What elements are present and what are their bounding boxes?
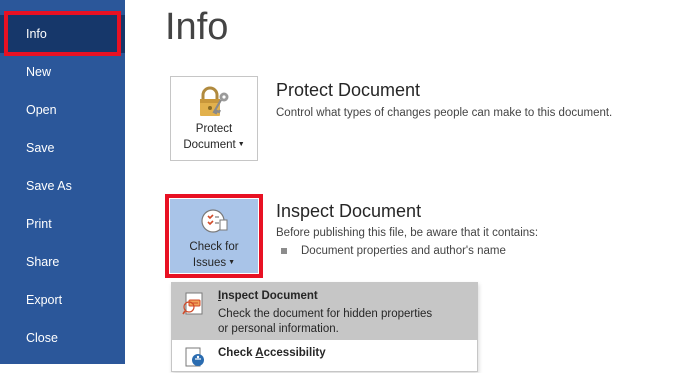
nav-open-label: Open bbox=[26, 103, 57, 117]
menu-item-check-accessibility[interactable]: Check Accessibility bbox=[172, 340, 477, 373]
inspect-title-rest: nspect Document bbox=[221, 290, 318, 302]
nav-save-as-label: Save As bbox=[26, 179, 72, 193]
accessibility-title-prefix: Check bbox=[218, 347, 256, 359]
menu-item-inspect-desc-line2: or personal information. bbox=[218, 323, 339, 335]
check-for-issues-menu: Inspect Document Check the document for … bbox=[171, 282, 478, 372]
lock-key-icon bbox=[200, 86, 229, 116]
protect-document-title: Protect Document bbox=[276, 80, 421, 100]
check-button-label-text: Issues bbox=[192, 257, 227, 269]
menu-item-inspect-desc-line1: Check the document for hidden properties bbox=[218, 308, 433, 320]
nav-save-as[interactable]: Save As bbox=[0, 167, 125, 205]
accessibility-icon bbox=[185, 347, 204, 367]
nav-info[interactable]: Info bbox=[0, 15, 125, 53]
nav-info-label: Info bbox=[26, 27, 47, 41]
nav-share-label: Share bbox=[26, 255, 60, 269]
nav-print[interactable]: Print bbox=[0, 205, 125, 243]
check-for-issues-button[interactable]: Check for Issues ▼ bbox=[170, 199, 258, 273]
backstage-sidebar: Info New Open Save Save As Print Share E… bbox=[0, 0, 125, 364]
inspect-document-description: Before publishing this file, be aware th… bbox=[276, 227, 539, 239]
nav-close[interactable]: Close bbox=[0, 319, 125, 357]
menu-item-inspect-document[interactable]: Inspect Document Check the document for … bbox=[172, 283, 477, 340]
protect-button-label-line2: Document ▼ bbox=[171, 137, 257, 153]
nav-save-label: Save bbox=[26, 141, 55, 155]
nav-open[interactable]: Open bbox=[0, 91, 125, 129]
nav-save[interactable]: Save bbox=[0, 129, 125, 167]
inspect-document-title: Inspect Document bbox=[276, 201, 422, 221]
nav-print-label: Print bbox=[26, 217, 52, 231]
checklist-icon bbox=[201, 209, 228, 233]
dropdown-caret-icon: ▼ bbox=[237, 141, 245, 148]
bullet-icon bbox=[281, 248, 287, 254]
menu-item-inspect-title: Inspect Document bbox=[218, 290, 318, 302]
menu-item-accessibility-title: Check Accessibility bbox=[218, 347, 326, 359]
protect-document-description: Control what types of changes people can… bbox=[276, 107, 613, 119]
protect-document-button[interactable]: Protect Document ▼ bbox=[170, 76, 258, 161]
nav-export-label: Export bbox=[26, 293, 63, 307]
nav-export[interactable]: Export bbox=[0, 281, 125, 319]
inspect-document-icon bbox=[182, 292, 203, 315]
inspect-bullet-item: Document properties and author's name bbox=[301, 245, 506, 257]
nav-share[interactable]: Share bbox=[0, 243, 125, 281]
dropdown-caret-icon: ▼ bbox=[228, 259, 236, 266]
accessibility-title-rest: ccessibility bbox=[263, 347, 326, 359]
protect-button-label-text: Document bbox=[183, 139, 236, 151]
check-button-label-line1: Check for bbox=[189, 241, 239, 253]
nav-new[interactable]: New bbox=[0, 53, 125, 91]
protect-button-label-line1: Protect bbox=[195, 123, 233, 135]
accessibility-accelerator: A bbox=[255, 347, 264, 359]
nav-close-label: Close bbox=[26, 331, 58, 345]
check-button-label-line2: Issues ▼ bbox=[171, 255, 257, 271]
nav-new-label: New bbox=[26, 65, 52, 79]
page-title: Info bbox=[165, 6, 229, 48]
